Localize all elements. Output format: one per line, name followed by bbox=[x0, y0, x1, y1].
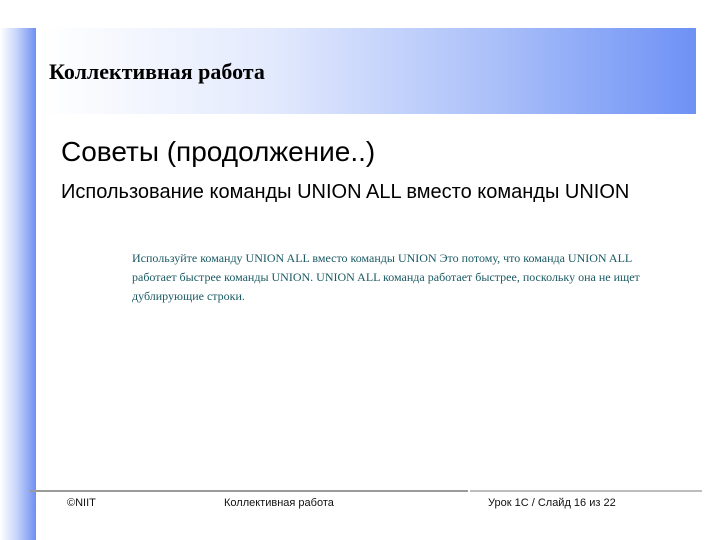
slide-note: Используйте команду UNION ALL вместо ком… bbox=[132, 251, 640, 303]
slide-body: Использование команды UNION ALL вместо к… bbox=[61, 181, 630, 203]
slide-title: Коллективная работа bbox=[49, 59, 265, 84]
slide-subtitle: Советы (продолжение..) bbox=[61, 136, 376, 167]
footer-divider-right bbox=[470, 490, 702, 492]
footer-copyright: ©NIIT bbox=[67, 497, 96, 509]
footer-divider-left bbox=[30, 490, 468, 492]
left-decor-bar bbox=[0, 28, 36, 540]
footer-topic: Коллективная работа bbox=[224, 497, 334, 509]
footer-page-number: Урок 1C / Слайд 16 из 22 bbox=[488, 497, 616, 509]
